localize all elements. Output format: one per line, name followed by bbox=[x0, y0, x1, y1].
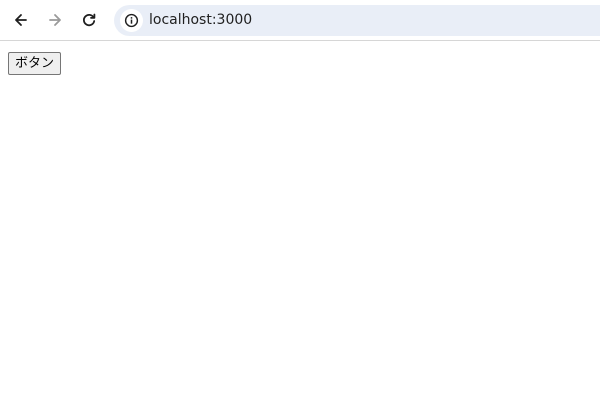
url-text[interactable]: localhost:3000 bbox=[149, 12, 252, 29]
arrow-right-icon bbox=[49, 14, 61, 26]
forward-button[interactable] bbox=[41, 6, 69, 34]
address-bar[interactable]: localhost:3000 bbox=[114, 5, 600, 36]
site-info-button[interactable] bbox=[120, 9, 143, 32]
info-icon bbox=[124, 13, 139, 28]
reload-icon bbox=[83, 13, 96, 27]
page-button[interactable]: ボタン bbox=[8, 52, 62, 75]
reload-button[interactable] bbox=[75, 6, 103, 34]
arrow-left-icon bbox=[15, 14, 27, 26]
page-content: ボタン bbox=[0, 42, 600, 414]
browser-toolbar: localhost:3000 bbox=[0, 0, 600, 41]
back-button[interactable] bbox=[7, 6, 35, 34]
